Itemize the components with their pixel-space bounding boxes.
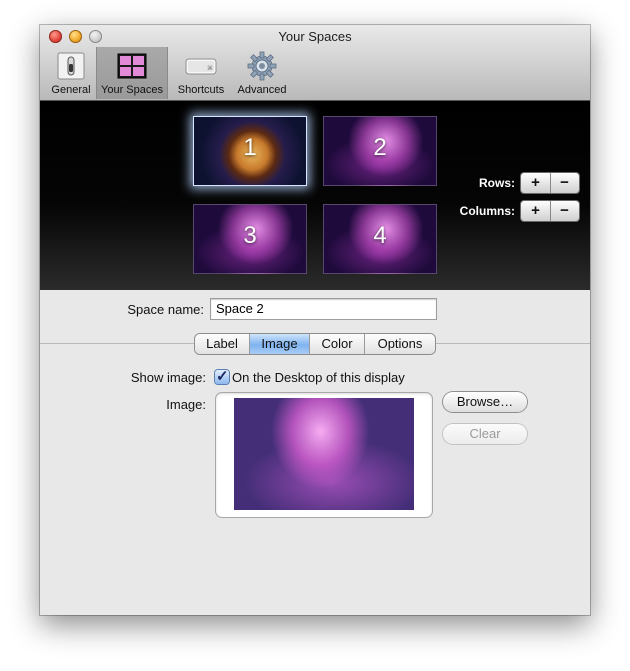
space-thumbnail-2[interactable]: 2 (323, 116, 437, 186)
clear-button[interactable]: Clear (443, 424, 527, 444)
space-thumbnail-1[interactable]: 1 (193, 116, 307, 186)
show-image-label: Show image: (130, 370, 206, 385)
toolbar-item-your-spaces[interactable]: Your Spaces (96, 47, 168, 99)
toolbar-label-your-spaces: Your Spaces (101, 84, 163, 96)
window-title: Your Spaces (278, 29, 352, 44)
toolbar-label-general: General (51, 84, 91, 96)
space-number: 1 (243, 134, 257, 161)
tab-options[interactable]: Options (365, 334, 435, 354)
space-number: 4 (373, 222, 387, 249)
settings-tab-control: Label Image Color Options (195, 334, 435, 354)
gear-icon (246, 50, 278, 82)
space-name-label: Space name: (127, 302, 204, 317)
space-number: 3 (243, 222, 257, 249)
toolbar-label-shortcuts: Shortcuts (177, 84, 225, 96)
space-thumbnail-3[interactable]: 3 (193, 204, 307, 274)
title-bar: Your Spaces General Your Spaces ⌘ Shortc… (40, 25, 590, 101)
checkmark-icon: ✓ (216, 368, 229, 385)
image-label: Image: (166, 397, 206, 412)
show-image-option-label: On the Desktop of this display (232, 370, 405, 385)
tab-label[interactable]: Label (195, 334, 250, 354)
svg-text:⌘: ⌘ (207, 65, 213, 72)
rows-label: Rows: (479, 176, 515, 190)
tab-color[interactable]: Color (310, 334, 365, 354)
remove-row-button[interactable]: − (550, 173, 579, 193)
image-well[interactable] (216, 393, 432, 517)
general-switch-icon (55, 50, 87, 82)
remove-column-button[interactable]: − (550, 201, 579, 221)
space-number: 2 (373, 134, 387, 161)
toolbar-item-general[interactable]: General (46, 47, 96, 99)
browse-button[interactable]: Browse… (443, 392, 527, 412)
space-name-field[interactable]: Space 2 (210, 298, 437, 320)
columns-stepper: + − (521, 201, 579, 221)
spaces-grid-icon (116, 50, 148, 82)
toolbar-item-advanced[interactable]: Advanced (234, 47, 290, 99)
toolbar-label-advanced: Advanced (237, 84, 287, 96)
add-column-button[interactable]: + (521, 201, 551, 221)
toolbar-item-shortcuts[interactable]: ⌘ Shortcuts (172, 47, 230, 99)
preferences-window: Your Spaces General Your Spaces ⌘ Shortc… (40, 25, 590, 615)
show-image-checkbox[interactable]: ✓ (215, 368, 229, 385)
keyboard-key-icon: ⌘ (185, 50, 217, 82)
wallpaper-preview-image (234, 398, 414, 510)
add-row-button[interactable]: + (521, 173, 551, 193)
tab-image[interactable]: Image (250, 334, 310, 354)
columns-label: Columns: (459, 204, 515, 218)
space-thumbnail-4[interactable]: 4 (323, 204, 437, 274)
spaces-overview: 1 2 3 4 Rows: + − Columns: + − (40, 101, 590, 290)
rows-stepper: + − (521, 173, 579, 193)
